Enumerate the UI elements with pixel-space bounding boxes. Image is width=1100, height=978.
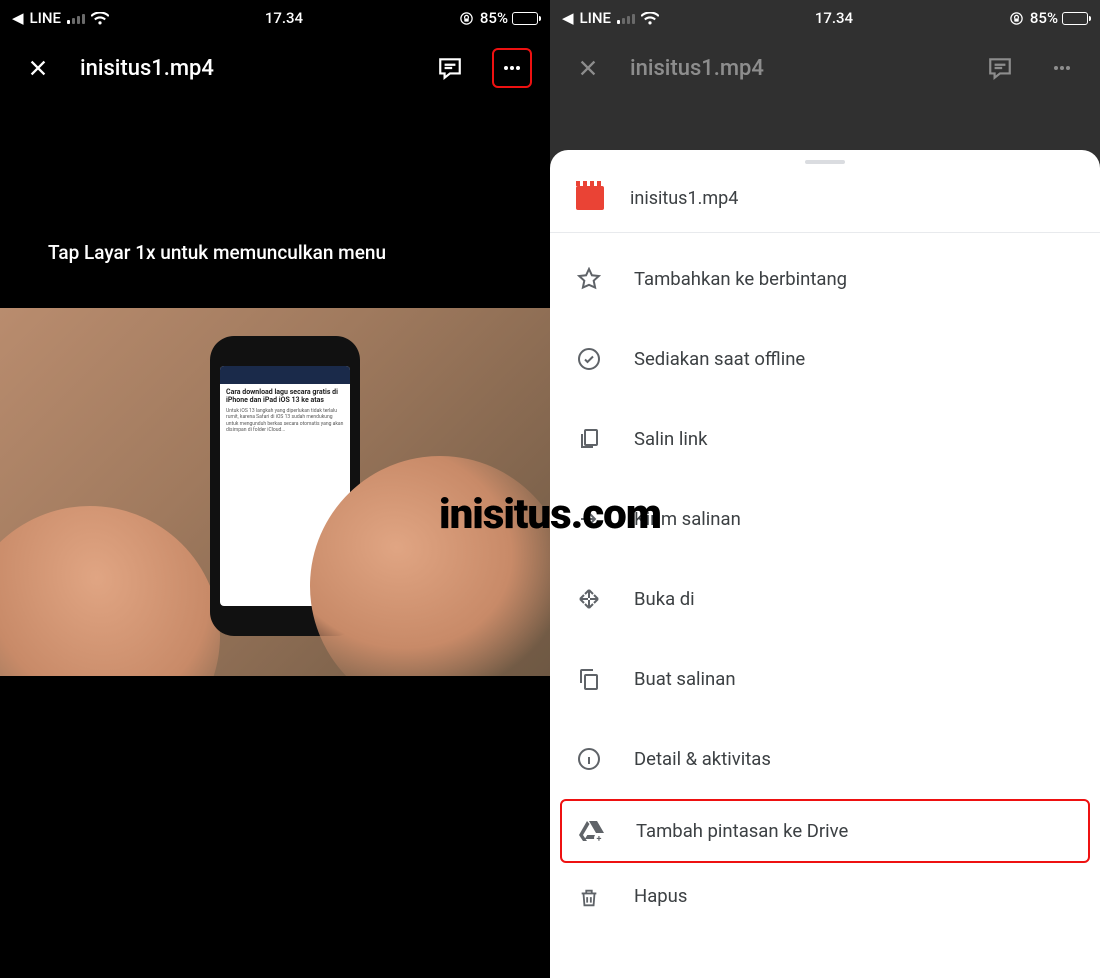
info-icon [576, 746, 602, 772]
cell-signal-icon [67, 12, 85, 24]
comment-button[interactable] [430, 48, 470, 88]
app-bar-dimmed: inisitus1.mp4 [550, 36, 1100, 100]
drive-add-icon: + [578, 818, 604, 844]
sheet-header: inisitus1.mp4 [550, 178, 1100, 233]
menu-item-delete[interactable]: Hapus [550, 863, 1100, 923]
instruction-caption: Tap Layar 1x untuk memunculkan menu [0, 240, 550, 267]
close-button [568, 48, 608, 88]
menu-item-label: Salin link [634, 428, 707, 450]
menu-item-send-copy[interactable]: Kirim salinan [550, 479, 1100, 559]
more-button[interactable] [492, 48, 532, 88]
menu-item-label: Kirim salinan [634, 508, 741, 530]
menu-item-make-copy[interactable]: Buat salinan [550, 639, 1100, 719]
rotation-lock-icon [459, 11, 474, 26]
file-title: inisitus1.mp4 [80, 56, 408, 81]
menu-item-label: Detail & aktivitas [634, 748, 771, 770]
menu-item-add-shortcut[interactable]: + Tambah pintasan ke Drive [560, 799, 1090, 863]
phone-article-headline: Cara download lagu secara gratis di iPho… [226, 388, 344, 405]
menu-item-label: Hapus [634, 885, 687, 907]
copy-link-icon [576, 426, 602, 452]
status-bar: ◀ LINE 17.34 85% [550, 0, 1100, 36]
menu-item-label: Buka di [634, 588, 695, 610]
status-back-app[interactable]: LINE [580, 9, 611, 27]
back-caret-icon: ◀ [562, 9, 574, 27]
battery-indicator: 85% [1030, 9, 1088, 27]
menu-item-details[interactable]: Detail & aktivitas [550, 719, 1100, 799]
video-file-icon [576, 186, 604, 210]
send-icon [576, 506, 602, 532]
copy-icon [576, 666, 602, 692]
cell-signal-icon [617, 12, 635, 24]
right-pane: ◀ LINE 17.34 85% [550, 0, 1100, 978]
status-back-app[interactable]: LINE [30, 9, 61, 27]
svg-text:+: + [597, 835, 602, 844]
app-bar: inisitus1.mp4 [0, 36, 550, 100]
menu-item-label: Sediakan saat offline [634, 348, 805, 370]
menu-item-copy-link[interactable]: Salin link [550, 399, 1100, 479]
trash-icon [576, 885, 602, 911]
menu-item-label: Buat salinan [634, 668, 736, 690]
more-button [1042, 48, 1082, 88]
battery-indicator: 85% [480, 9, 538, 27]
bottom-sheet: inisitus1.mp4 Tambahkan ke berbintang Se… [550, 150, 1100, 978]
status-time: 17.34 [109, 9, 459, 27]
sheet-filename: inisitus1.mp4 [630, 188, 738, 209]
rotation-lock-icon [1009, 11, 1024, 26]
sheet-grip[interactable] [805, 160, 845, 164]
menu-item-star[interactable]: Tambahkan ke berbintang [550, 239, 1100, 319]
file-title: inisitus1.mp4 [630, 56, 958, 81]
comment-button [980, 48, 1020, 88]
menu-item-label: Tambah pintasan ke Drive [636, 820, 848, 842]
close-button[interactable] [18, 48, 58, 88]
video-preview[interactable]: Cara download lagu secara gratis di iPho… [0, 308, 550, 676]
open-in-icon [576, 586, 602, 612]
menu-item-label: Tambahkan ke berbintang [634, 268, 847, 290]
star-icon [576, 266, 602, 292]
battery-percent: 85% [480, 9, 508, 27]
battery-percent: 85% [1030, 9, 1058, 27]
menu-item-offline[interactable]: Sediakan saat offline [550, 319, 1100, 399]
status-time: 17.34 [659, 9, 1009, 27]
menu-list: Tambahkan ke berbintang Sediakan saat of… [550, 233, 1100, 929]
left-pane: ◀ LINE 17.34 85% [0, 0, 550, 978]
back-caret-icon: ◀ [12, 9, 24, 27]
menu-item-open-in[interactable]: Buka di [550, 559, 1100, 639]
wifi-icon [91, 12, 109, 25]
status-bar: ◀ LINE 17.34 85% [0, 0, 550, 36]
offline-icon [576, 346, 602, 372]
wifi-icon [641, 12, 659, 25]
